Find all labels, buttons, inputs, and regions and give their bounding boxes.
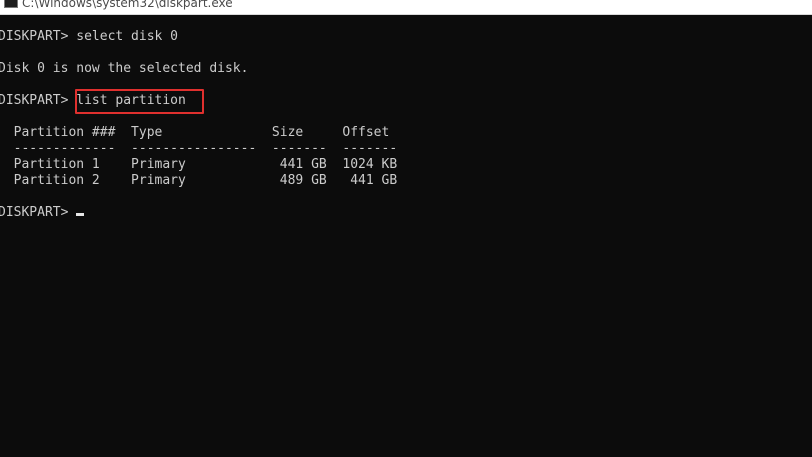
partition-table-separator: ------------- ---------------- ------- -… — [0, 141, 398, 156]
console-output[interactable]: DISKPART> select disk 0 Disk 0 is now th… — [0, 29, 812, 221]
console-prompt: DISKPART> — [0, 205, 77, 220]
partition-table-row: Partition 2 Primary 489 GB 441 GB — [0, 173, 398, 188]
window-title: C:\Windows\system32\diskpart.exe — [22, 0, 233, 10]
partition-table-row: Partition 1 Primary 441 GB 1024 KB — [0, 157, 398, 172]
text-cursor — [76, 213, 85, 216]
console-window: C:\Windows\system32\diskpart.exe DISKPAR… — [0, 0, 812, 457]
highlight-annotation-box — [75, 89, 204, 114]
console-line-select-disk: DISKPART> select disk 0 — [0, 29, 179, 44]
console-app-icon — [4, 0, 18, 8]
console-prompt-line[interactable]: DISKPART> — [0, 205, 812, 221]
title-bar[interactable]: C:\Windows\system32\diskpart.exe — [0, 0, 812, 15]
partition-table-header: Partition ### Type Size Offset — [0, 125, 390, 140]
console-line-selected-message: Disk 0 is now the selected disk. — [0, 61, 249, 76]
